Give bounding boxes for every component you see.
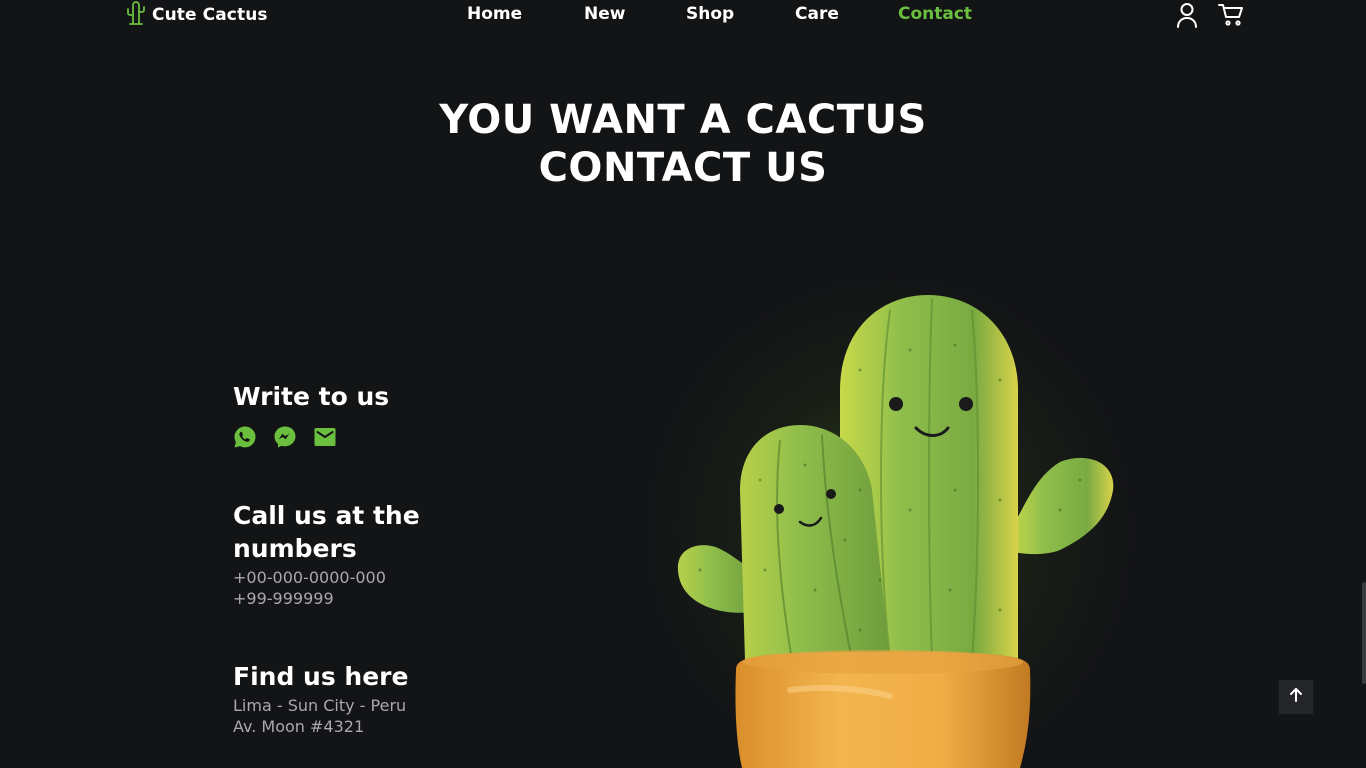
nav-shop[interactable]: Shop xyxy=(686,4,734,24)
site-header: Cute Cactus Home New Shop Care Contact xyxy=(0,0,1366,30)
address-line-2: Av. Moon #4321 xyxy=(233,717,365,736)
mail-icon[interactable] xyxy=(313,425,337,449)
arrow-up-icon xyxy=(1288,687,1304,707)
page-title: YOU WANT A CACTUS CONTACT US xyxy=(0,96,1366,192)
write-title: Write to us xyxy=(233,382,390,411)
find-section: Find us here Lima - Sun City - Peru Av. … xyxy=(233,660,408,737)
cactus-image xyxy=(677,295,1114,768)
main-nav: Home New Shop Care Contact xyxy=(0,4,1366,26)
page-scrollbar[interactable] xyxy=(1362,582,1366,684)
find-title: Find us here xyxy=(233,662,409,691)
messenger-icon[interactable] xyxy=(273,425,297,449)
title-line-1: YOU WANT A CACTUS xyxy=(439,97,927,143)
cactus-illustration xyxy=(560,250,1220,768)
nav-new[interactable]: New xyxy=(584,4,625,24)
phone-number-2: +99-999999 xyxy=(233,589,334,608)
call-title: Call us at the numbers xyxy=(233,501,420,563)
write-section: Write to us xyxy=(233,380,389,449)
cart-icon[interactable] xyxy=(1218,2,1244,28)
user-icon[interactable] xyxy=(1174,2,1200,28)
address-line-1: Lima - Sun City - Peru xyxy=(233,696,407,715)
nav-care[interactable]: Care xyxy=(795,4,839,24)
phone-number-1: +00-000-0000-000 xyxy=(233,568,386,587)
header-actions xyxy=(1174,2,1244,28)
nav-home[interactable]: Home xyxy=(467,4,522,24)
call-section: Call us at the numbers +00-000-0000-000 … xyxy=(233,499,453,609)
whatsapp-icon[interactable] xyxy=(233,425,257,449)
title-line-2: CONTACT US xyxy=(538,145,828,191)
nav-contact[interactable]: Contact xyxy=(898,4,972,24)
social-links xyxy=(233,425,389,449)
scroll-top-button[interactable] xyxy=(1279,680,1313,714)
